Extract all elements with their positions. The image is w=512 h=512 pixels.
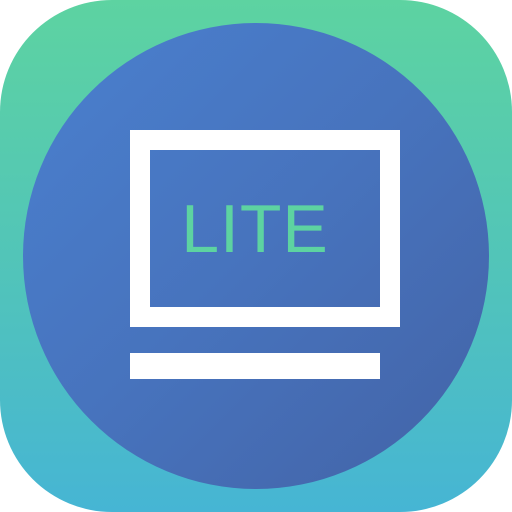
app-icon[interactable]: LITE (0, 0, 512, 512)
lite-label: LITE (181, 190, 329, 267)
monitor-stand (130, 353, 380, 379)
